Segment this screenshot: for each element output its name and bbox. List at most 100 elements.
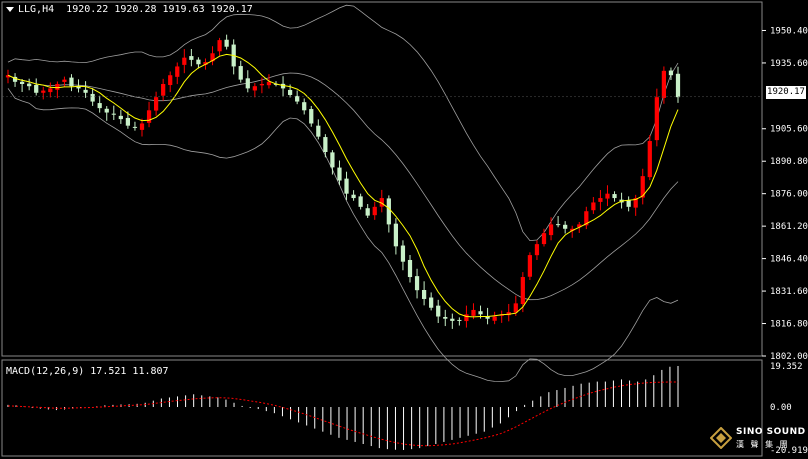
candle-body xyxy=(175,66,180,77)
candle-body xyxy=(309,109,314,124)
candle-body xyxy=(668,70,674,76)
candle-body xyxy=(161,84,166,96)
candle-body xyxy=(83,89,88,93)
y-tick-label: 1950.40 xyxy=(770,26,808,36)
candle-body xyxy=(146,110,152,123)
candle-body xyxy=(548,224,554,236)
candle-body xyxy=(478,311,483,315)
y-tick-label: 1935.60 xyxy=(770,59,808,69)
candle-body xyxy=(182,57,187,65)
candle-body xyxy=(97,103,102,109)
candle-body xyxy=(661,70,667,98)
candle-body xyxy=(464,314,469,322)
candle-body xyxy=(252,86,257,91)
candle-body xyxy=(34,84,39,93)
symbol-header: LLG,H4 1920.22 1920.28 1919.63 1920.17 xyxy=(6,4,253,15)
sino-sound-logo: SINO SOUND 漢 聲 集 團 xyxy=(708,425,806,457)
logo-text-cn: 漢 聲 集 團 xyxy=(736,440,790,449)
candle-body xyxy=(647,141,652,178)
candle-body xyxy=(555,224,561,226)
candle-body xyxy=(153,97,159,111)
candle-body xyxy=(48,88,53,93)
candle-body xyxy=(259,84,265,86)
chart-window[interactable]: 1950.40 1935.60 1905.60 1890.80 1876.00 1861.… xyxy=(0,0,808,459)
moving-average-line xyxy=(7,53,679,318)
candle-body xyxy=(612,194,617,199)
candle-body xyxy=(104,108,109,113)
candle-body xyxy=(132,126,138,128)
candle-body xyxy=(118,115,123,120)
candle-body xyxy=(520,277,525,305)
chart-canvas[interactable]: 1950.40 1935.60 1905.60 1890.80 1876.00 1861.… xyxy=(0,0,808,459)
candle-body xyxy=(111,113,116,115)
candle-body xyxy=(365,208,370,216)
candle-body xyxy=(393,223,399,247)
candle-body xyxy=(62,79,67,82)
candle-body xyxy=(436,305,441,317)
candle-body xyxy=(358,196,363,207)
candle-body xyxy=(125,117,131,126)
candle-body xyxy=(27,83,32,87)
candle-body xyxy=(330,152,335,168)
candle-body xyxy=(372,206,377,216)
candle-body xyxy=(344,178,349,194)
candle-body xyxy=(189,56,194,60)
y-tick-label: 1802.00 xyxy=(770,352,808,362)
candle-body xyxy=(168,75,173,86)
candle-body xyxy=(414,276,420,291)
candle-body xyxy=(471,309,476,316)
candle-body xyxy=(450,318,455,321)
candle-body xyxy=(492,316,497,321)
candle-body xyxy=(337,167,342,181)
candle-body xyxy=(351,194,356,199)
candle-body xyxy=(626,200,631,207)
candle-body xyxy=(316,125,321,137)
candle-body xyxy=(605,193,610,199)
macd-label: MACD(12,26,9) 17.521 11.807 xyxy=(6,366,169,377)
bollinger-lower-line xyxy=(7,88,679,382)
macd-signal-line xyxy=(7,381,678,447)
candle-body xyxy=(245,78,250,89)
candle-body xyxy=(421,289,427,299)
candle-body xyxy=(41,90,46,93)
candle-body xyxy=(527,255,533,277)
y-tick-label: 1831.60 xyxy=(770,287,808,297)
candle-body xyxy=(675,73,681,98)
y-tick-label: 1905.60 xyxy=(770,125,808,135)
candle-body xyxy=(591,202,596,211)
bollinger-upper-line xyxy=(7,4,679,242)
candle-body xyxy=(386,198,391,225)
current-price-badge: 1920.17 xyxy=(766,86,806,99)
candle-body xyxy=(654,97,659,141)
candle-body xyxy=(224,39,229,47)
y-tick-label: 1876.00 xyxy=(770,190,808,200)
candle-body xyxy=(598,198,603,202)
candle-body xyxy=(457,319,462,321)
candle-body xyxy=(266,81,272,86)
dropdown-triangle-icon[interactable] xyxy=(6,6,14,12)
candle-body xyxy=(196,59,201,65)
candle-body xyxy=(19,81,25,84)
macd-tick-label: 19.352 xyxy=(770,362,803,372)
candle-body xyxy=(55,84,60,90)
candle-body xyxy=(400,245,406,262)
candle-body xyxy=(90,93,95,102)
candle-body xyxy=(407,259,413,278)
logo-text-en: SINO SOUND xyxy=(736,427,806,437)
candle-body xyxy=(563,224,568,229)
candle-body xyxy=(323,137,328,152)
candle-body xyxy=(541,233,547,245)
candle-body xyxy=(217,40,222,52)
candle-body xyxy=(443,316,448,319)
y-tick-label: 1861.20 xyxy=(770,222,808,232)
bollinger-middle-line xyxy=(7,72,679,301)
candle-body xyxy=(69,77,74,87)
candle-body xyxy=(287,89,293,95)
macd-tick-label: 0.00 xyxy=(770,403,792,413)
symbol-label: LLG,H4 xyxy=(18,4,55,15)
candle-body xyxy=(534,244,540,256)
y-tick-label: 1890.80 xyxy=(770,157,808,167)
candle-body xyxy=(139,123,145,130)
y-tick-label: 1816.80 xyxy=(770,320,808,330)
sino-sound-logo-icon xyxy=(710,427,732,449)
